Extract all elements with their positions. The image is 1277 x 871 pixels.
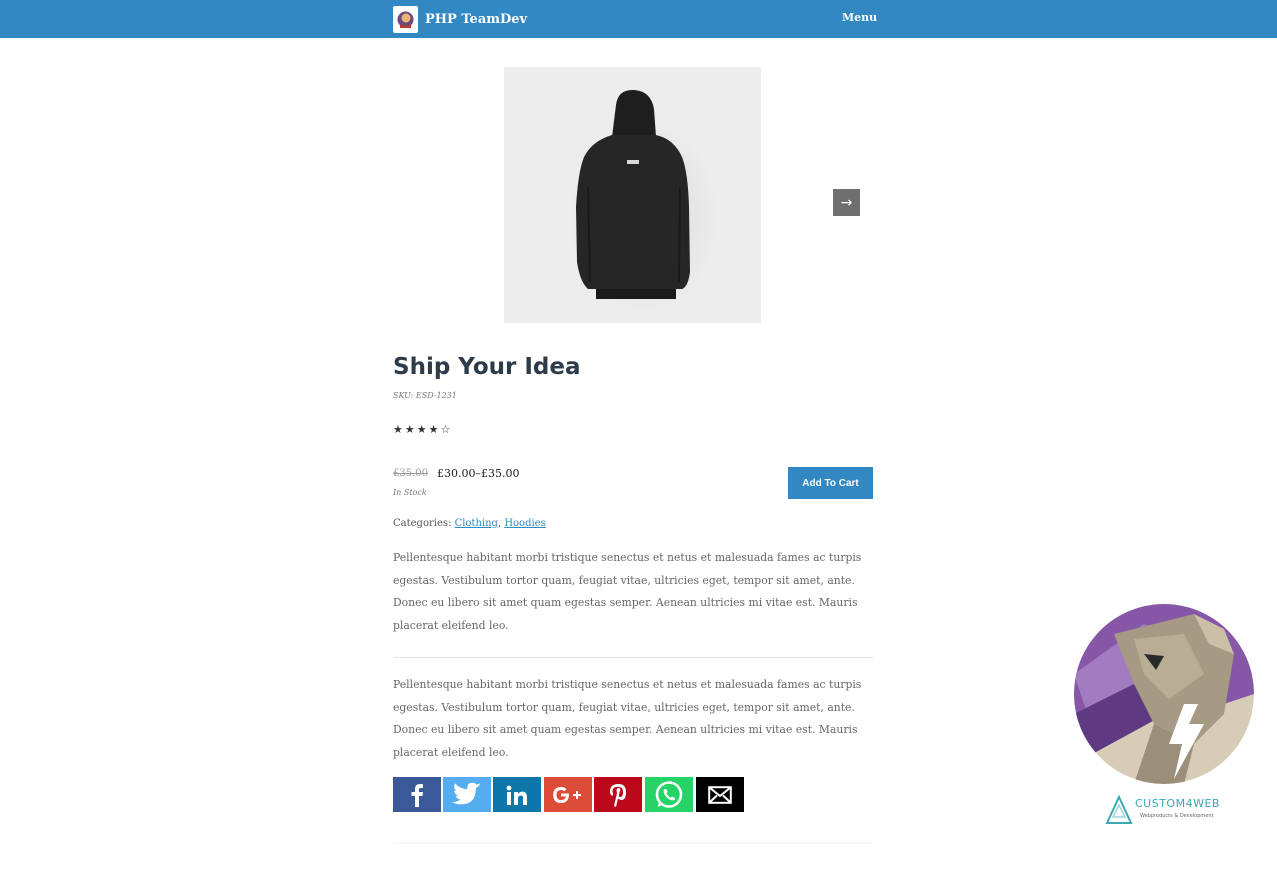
share-linkedin-button[interactable] <box>493 777 541 812</box>
share-pinterest-button[interactable] <box>594 777 642 812</box>
email-icon <box>708 785 732 804</box>
whatsapp-icon <box>655 780 683 808</box>
linkedin-icon <box>506 785 527 805</box>
product-sku: SKU: ESD-1231 <box>393 391 457 400</box>
custom4web-badge <box>1074 604 1254 784</box>
category-separator: , <box>497 518 502 529</box>
next-image-arrow[interactable]: → <box>833 189 860 216</box>
divider <box>393 657 873 658</box>
google-plus-icon <box>553 786 581 803</box>
top-navbar: PHP TeamDev Menu <box>0 0 1277 38</box>
share-facebook-button[interactable] <box>393 777 441 812</box>
share-googleplus-button[interactable] <box>544 777 592 812</box>
brand[interactable]: PHP TeamDev <box>393 5 527 33</box>
custom4web-tagline: Webproducts & Development <box>1140 813 1214 819</box>
product-categories: Categories: Clothing, Hoodies <box>393 518 546 529</box>
category-link-clothing[interactable]: Clothing <box>455 518 498 529</box>
current-price: £30.00–£35.00 <box>437 467 520 480</box>
product-title: Ship Your Idea <box>393 354 581 380</box>
old-price: £35.00 <box>393 468 428 479</box>
categories-label: Categories: <box>393 518 452 529</box>
bottom-divider <box>393 843 873 844</box>
brand-name[interactable]: PHP TeamDev <box>425 12 527 27</box>
facebook-icon <box>411 783 423 807</box>
menu-button[interactable]: Menu <box>842 11 877 24</box>
share-whatsapp-button[interactable] <box>645 777 693 812</box>
product-long-description: Pellentesque habitant morbi tristique se… <box>393 678 862 759</box>
category-link-hoodies[interactable]: Hoodies <box>504 518 545 529</box>
stock-status: In Stock <box>393 488 427 497</box>
product-rating: ★★★★☆ <box>393 423 453 436</box>
product-image[interactable] <box>504 67 761 323</box>
add-to-cart-button[interactable]: Add To Cart <box>788 467 873 499</box>
pinterest-icon <box>610 783 626 807</box>
product-description: Pellentesque habitant morbi tristique se… <box>393 551 862 632</box>
share-email-button[interactable] <box>696 777 744 812</box>
arrow-right-icon: → <box>840 194 853 211</box>
twitter-icon <box>452 782 481 804</box>
share-twitter-button[interactable] <box>443 777 491 812</box>
custom4web-brand: CUSTOM4WEB <box>1135 797 1220 810</box>
site-logo[interactable] <box>393 5 418 33</box>
